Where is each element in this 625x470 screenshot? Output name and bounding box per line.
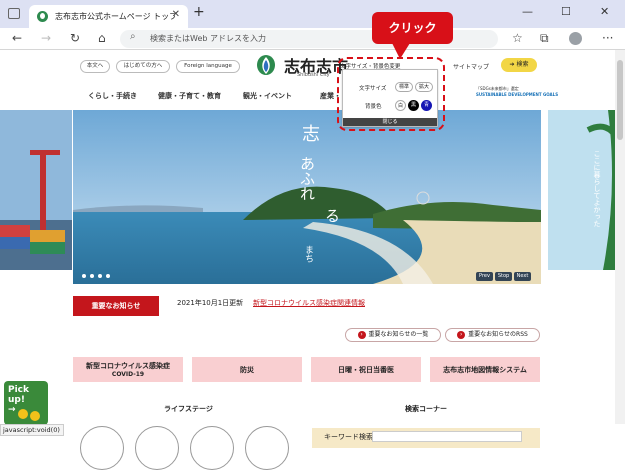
hero-vertical-text-3: る — [323, 208, 341, 223]
slider-prev-button[interactable]: Prev — [476, 272, 493, 281]
first-time-visitors-button[interactable]: はじめての方へ — [116, 60, 170, 73]
pickup-label: Pick up! — [8, 385, 30, 405]
life-stage-heading: ライフステージ — [164, 405, 213, 413]
nav-living[interactable]: くらし・手続き — [88, 91, 137, 101]
quick-link-label: 新型コロナウイルス感染症 — [86, 362, 170, 370]
quick-link-label: 防災 — [240, 365, 254, 374]
keyword-search-label: キーワード検索 — [324, 433, 373, 441]
slider-dot[interactable] — [82, 274, 86, 278]
sdgs-caption: 「SDGs未来都市」選定 — [476, 86, 519, 91]
maximize-icon[interactable]: ☐ — [561, 5, 571, 18]
important-notice-heading[interactable]: 重要なお知らせ — [73, 296, 159, 316]
collections-icon[interactable]: ⧉ — [540, 31, 549, 46]
site-name-english: Shibushi City — [297, 72, 330, 78]
sdgs-badge[interactable]: 「SDGs未来都市」選定 SUSTAINABLE DEVELOPMENT GOA… — [476, 86, 558, 97]
site-favicon-icon — [37, 11, 48, 22]
quick-link-label: 志布志市地図情報システム — [443, 365, 527, 374]
slider-dot[interactable] — [106, 274, 110, 278]
life-stage-item[interactable] — [135, 426, 179, 470]
keyword-search-panel: キーワード検索 — [312, 428, 540, 448]
hero-side-left-image — [0, 110, 72, 270]
slider-dot[interactable] — [98, 274, 102, 278]
address-placeholder: 検索またはWeb アドレスを入力 — [150, 34, 266, 43]
hero-vertical-text-1: 志 — [299, 124, 320, 142]
slider-dot[interactable] — [90, 274, 94, 278]
browser-status-bar: javascript:void(0) — [0, 424, 64, 436]
browser-tab[interactable]: 志布志市公式ホームページ トップペ ✕ — [29, 5, 188, 28]
back-icon[interactable]: ← — [12, 31, 22, 45]
hero-vertical-text-4: まち — [303, 245, 313, 263]
chevron-right-icon: › — [457, 331, 466, 339]
arrow-right-icon: → — [8, 405, 16, 415]
tab-title: 志布志市公式ホームページ トップペ — [55, 12, 175, 21]
quick-link-map-system[interactable]: 志布志市地図情報システム — [430, 357, 540, 382]
new-tab-button[interactable]: + — [193, 4, 205, 20]
search-icon: ⌕ — [130, 31, 136, 42]
more-menu-icon[interactable]: ··· — [602, 31, 613, 45]
notice-list-label: 重要なお知らせの一覧 — [368, 331, 429, 338]
slider-dots[interactable] — [82, 272, 114, 280]
foreign-language-button[interactable]: Foreign language — [176, 60, 240, 73]
life-stage-item[interactable] — [80, 426, 124, 470]
notice-date: 2021年10月1日更新 — [177, 299, 244, 307]
sunflower-icon — [18, 409, 28, 419]
sdgs-logo-text: SUSTAINABLE DEVELOPMENT GOALS — [476, 92, 559, 97]
scrollbar-thumb[interactable] — [617, 60, 623, 140]
home-icon[interactable]: ⌂ — [98, 31, 106, 45]
close-window-icon[interactable]: ✕ — [600, 5, 609, 18]
refresh-icon[interactable]: ↻ — [70, 31, 80, 45]
quick-link-holiday-doctor[interactable]: 日曜・祝日当番医 — [311, 357, 421, 382]
covid-info-link[interactable]: 新型コロナウイルス感染症関連情報 — [253, 298, 365, 308]
hero-right-caption: ここに暮らしてよかった — [593, 150, 601, 227]
slider-next-button[interactable]: Next — [514, 272, 531, 281]
quick-link-sublabel: COVID-19 — [111, 371, 145, 378]
forward-icon[interactable]: → — [41, 31, 51, 45]
tab-actions-icon[interactable] — [8, 8, 20, 19]
notice-rss-link[interactable]: › 重要なお知らせのRSS — [445, 328, 540, 342]
nav-health[interactable]: 健康・子育て・教育 — [158, 91, 221, 101]
quick-link-label: 日曜・祝日当番医 — [338, 365, 394, 374]
city-logo-icon[interactable] — [256, 54, 276, 76]
search-corner-heading: 検索コーナー — [405, 405, 447, 413]
nav-tourism[interactable]: 観光・イベント — [243, 91, 292, 101]
search-button-label: 検索 — [516, 61, 529, 68]
life-stage-item[interactable] — [190, 426, 234, 470]
sunflower-icon — [30, 411, 40, 421]
pickup-banner[interactable]: Pick up! → — [4, 381, 48, 425]
hero-vertical-text-2: あふれ — [298, 156, 316, 201]
sitemap-link[interactable]: サイトマップ — [453, 62, 489, 71]
quick-link-covid[interactable]: 新型コロナウイルス感染症 COVID-19 — [73, 357, 183, 382]
annotation-callout-tail — [392, 43, 410, 59]
slider-stop-button[interactable]: Stop — [495, 272, 512, 281]
quick-link-disaster[interactable]: 防災 — [192, 357, 302, 382]
notice-list-link[interactable]: › 重要なお知らせの一覧 — [345, 328, 441, 342]
tab-close-icon[interactable]: ✕ — [172, 9, 180, 20]
annotation-highlight-frame — [337, 57, 445, 131]
life-stage-item[interactable] — [245, 426, 289, 470]
minimize-icon[interactable]: — — [522, 5, 533, 18]
favorites-star-icon[interactable]: ☆ — [512, 31, 523, 45]
profile-avatar-icon[interactable] — [569, 32, 582, 45]
keyword-search-input[interactable] — [372, 431, 522, 442]
hero-side-right-image — [548, 110, 625, 270]
chevron-right-icon: › — [357, 331, 366, 339]
search-button[interactable]: ➔ 検索 — [501, 58, 537, 72]
notice-rss-label: 重要なお知らせのRSS — [468, 331, 528, 338]
skip-to-content-button[interactable]: 本文へ — [80, 60, 110, 73]
annotation-callout: クリック — [372, 12, 453, 44]
